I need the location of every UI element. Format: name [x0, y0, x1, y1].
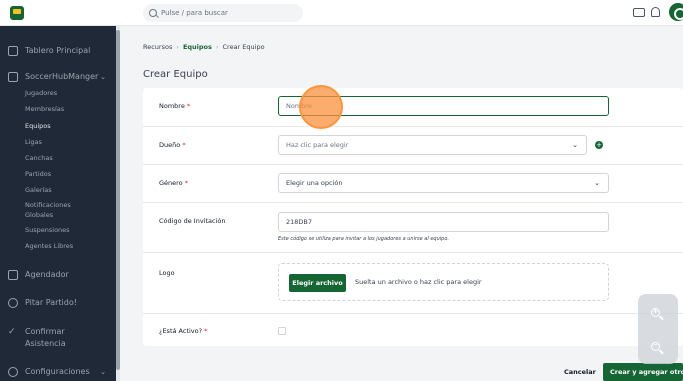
add-owner-button[interactable]: + — [595, 141, 603, 149]
calendar-icon — [8, 270, 18, 280]
chevron-down-icon: ⌄ — [100, 368, 106, 376]
breadcrumb-separator: › — [176, 43, 179, 51]
app-logo[interactable] — [10, 6, 24, 20]
create-and-add-another-button[interactable]: Crear y agregar otro — [603, 363, 683, 381]
dropzone-text: Suelta un archivo o haz clic para elegir — [355, 278, 482, 286]
broadcast-icon — [8, 298, 18, 308]
label-text: Dueño — [159, 141, 181, 149]
sidebar-item-org[interactable]: SoccerHubManger ⌄ — [0, 69, 116, 85]
sidebar-item-notifications-line2[interactable]: Globales — [25, 211, 53, 220]
label-text: Nombre — [159, 102, 185, 110]
sidebar-item-label: Tablero Principal — [25, 46, 91, 55]
required-marker: * — [186, 102, 191, 110]
page-title: Crear Equipo — [143, 69, 208, 80]
gender-select[interactable]: Elegir una opción ⌄ — [278, 173, 609, 193]
breadcrumb-current: Crear Equipo — [222, 43, 265, 51]
sidebar-item-suspensions[interactable]: Suspensiones — [25, 226, 70, 235]
sidebar-item-teams[interactable]: Equipos — [25, 122, 51, 131]
sidebar-item-fields[interactable]: Canchas — [25, 154, 53, 163]
required-marker: * — [204, 327, 208, 335]
choose-file-button[interactable]: Elegir archivo — [289, 274, 346, 292]
breadcrumb: Recursos › Equipos › Crear Equipo — [143, 43, 265, 51]
sidebar-item-label: Agendador — [25, 270, 69, 279]
owner-label: Dueño * — [159, 141, 186, 149]
chevron-down-icon: ⌄ — [572, 141, 578, 149]
invite-code-input[interactable]: 218DB7 — [278, 212, 609, 232]
active-label: ¿Está Activo? * — [159, 327, 207, 335]
breadcrumb-root[interactable]: Recursos — [143, 43, 172, 51]
plus-sign: + — [652, 307, 659, 315]
sidebar-item-memberships[interactable]: Membresías — [25, 105, 64, 114]
sidebar: Tablero Principal SoccerHubManger ⌄ Juga… — [0, 26, 116, 381]
divider — [143, 202, 683, 203]
cancel-button[interactable]: Cancelar — [564, 368, 596, 376]
sidebar-item-label: Confirmar — [25, 327, 65, 336]
bell-icon[interactable] — [651, 7, 660, 17]
label-text: ¿Está Activo? — [159, 327, 203, 335]
zoom-controls: + − — [638, 294, 678, 364]
invite-code-value: 218DB7 — [286, 218, 313, 226]
sidebar-item-label: Asistencia — [25, 339, 66, 348]
sidebar-item-notifications[interactable]: Notificaciones — [25, 201, 71, 210]
zoom-in-icon[interactable]: + — [651, 307, 665, 322]
label-text: Género — [159, 179, 183, 187]
breadcrumb-section[interactable]: Equipos — [183, 43, 212, 51]
sidebar-item-label: SoccerHubManger — [25, 72, 99, 81]
active-checkbox[interactable] — [278, 327, 286, 335]
sidebar-item-scheduler[interactable]: Agendador — [0, 267, 116, 283]
chevron-down-icon: ⌄ — [594, 179, 600, 187]
search-icon — [149, 9, 157, 17]
sidebar-item-dashboard[interactable]: Tablero Principal — [0, 43, 116, 59]
owner-select[interactable]: Haz clic para elegir ⌄ — [278, 135, 587, 155]
zoom-out-icon[interactable]: − — [651, 341, 665, 356]
sidebar-item-galleries[interactable]: Galerías — [25, 186, 52, 195]
sidebar-item-settings[interactable]: Configuraciones ⌄ — [0, 364, 116, 380]
handle — [659, 315, 664, 321]
search-placeholder: Pulse / para buscar — [161, 9, 228, 17]
chevron-down-icon: ⌄ — [100, 73, 106, 81]
sidebar-item-label: Pitar Partido! — [25, 298, 77, 307]
divider — [143, 164, 683, 165]
required-marker: * — [182, 141, 186, 149]
divider — [143, 313, 683, 314]
sidebar-item-label: Configuraciones — [25, 367, 90, 376]
sidebar-item-free-agents[interactable]: Agentes Libres — [25, 242, 73, 251]
user-icon — [8, 367, 18, 377]
sidebar-item-matches[interactable]: Partidos — [25, 170, 51, 179]
monitor-icon[interactable] — [633, 8, 645, 17]
breadcrumb-separator: › — [215, 43, 219, 51]
sidebar-item-players[interactable]: Jugadores — [25, 89, 57, 98]
gender-label: Género * — [159, 179, 188, 187]
power-icon[interactable] — [669, 3, 683, 21]
sidebar-scrollbar[interactable] — [116, 26, 120, 381]
required-marker: * — [184, 179, 188, 187]
sidebar-item-confirm-line2[interactable]: Asistencia — [0, 336, 116, 352]
home-icon — [8, 72, 18, 82]
dashboard-icon — [8, 46, 18, 56]
form-card: Nombre * Nombre Dueño * Haz clic para el… — [143, 88, 683, 346]
owner-placeholder: Haz clic para elegir — [286, 141, 349, 149]
divider — [143, 126, 683, 127]
handle — [659, 349, 664, 355]
logo-label: Logo — [159, 269, 175, 277]
click-indicator — [299, 85, 343, 129]
gender-value: Elegir una opción — [286, 179, 343, 187]
minus-sign: − — [652, 341, 659, 349]
sidebar-item-whistle[interactable]: Pitar Partido! — [0, 295, 116, 311]
invite-code-label: Código de Invitación — [159, 217, 226, 225]
sidebar-item-leagues[interactable]: Ligas — [25, 138, 42, 147]
name-label: Nombre * — [159, 102, 190, 110]
invite-code-help: Este código se utiliza para invitar a lo… — [278, 236, 449, 242]
search-input[interactable]: Pulse / para buscar — [143, 4, 303, 22]
top-bar: Pulse / para buscar — [0, 0, 683, 26]
logo-dropzone[interactable]: Elegir archivo Suelta un archivo o haz c… — [278, 263, 609, 301]
divider — [143, 252, 683, 253]
